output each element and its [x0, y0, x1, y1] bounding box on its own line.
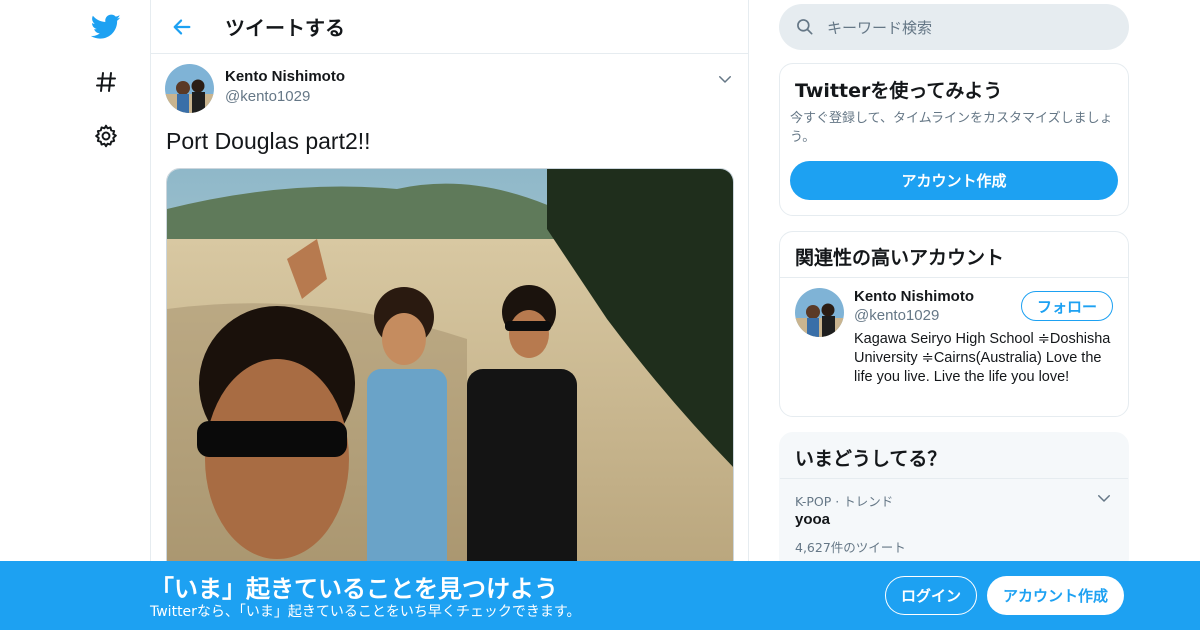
- author-handle[interactable]: @kento1029: [225, 88, 310, 105]
- search-placeholder: キーワード検索: [827, 18, 933, 37]
- twitter-bird-icon[interactable]: [87, 8, 125, 46]
- search-input[interactable]: キーワード検索: [779, 4, 1129, 50]
- banner-subtitle: Twitterなら、「いま」起きていることをいち早くチェックできます。: [150, 604, 581, 620]
- tweet-header: Kento Nishimoto @kento1029: [151, 54, 748, 120]
- trends-card: いまどうしてる？ K-POP · トレンド yooa 4,627件のツイート: [779, 432, 1129, 572]
- follow-button[interactable]: フォロー: [1021, 291, 1113, 321]
- signup-banner: 「いま」起きていることを見つけよう Twitterなら、「いま」起きていることを…: [0, 561, 1200, 630]
- related-account-bio: Kagawa Seiryo High School ≑Doshisha Univ…: [854, 331, 1111, 385]
- chevron-down-icon[interactable]: [716, 70, 734, 88]
- avatar[interactable]: [165, 64, 214, 113]
- signup-card-title: Twitterを使ってみよう: [795, 80, 1003, 102]
- page-header: ツイートする: [151, 0, 748, 54]
- login-button[interactable]: ログイン: [885, 576, 977, 615]
- chevron-down-icon[interactable]: [1095, 489, 1113, 507]
- trend-meta: K-POP · トレンド: [795, 494, 894, 509]
- banner-title: 「いま」起きていることを見つけよう: [150, 575, 558, 603]
- left-nav: [0, 0, 150, 630]
- divider: [780, 478, 1128, 479]
- back-arrow-icon[interactable]: [165, 10, 199, 44]
- main-column: ツイートする Kento Nishimoto @kento1029 Port D…: [150, 0, 749, 630]
- trend-name[interactable]: yooa: [795, 511, 830, 528]
- related-card-title: 関連性の高いアカウント: [795, 247, 1005, 269]
- tweet-photo[interactable]: [166, 168, 734, 598]
- page: ツイートする Kento Nishimoto @kento1029 Port D…: [0, 0, 1200, 630]
- trends-card-title: いまどうしてる？: [795, 448, 947, 470]
- search-icon: [795, 17, 815, 37]
- related-accounts-card: 関連性の高いアカウント Kento Nishimoto @kento1029 フ…: [779, 231, 1129, 417]
- banner-signup-button[interactable]: アカウント作成: [987, 576, 1124, 615]
- avatar[interactable]: [795, 288, 844, 337]
- hashtag-icon[interactable]: [87, 63, 125, 101]
- author-name[interactable]: Kento Nishimoto: [225, 68, 345, 85]
- page-title: ツイートする: [225, 16, 345, 40]
- signup-button[interactable]: アカウント作成: [790, 161, 1118, 200]
- signup-card-description: 今すぐ登録して、タイムラインをカスタマイズしましょう。: [790, 111, 1113, 145]
- related-account-handle: @kento1029: [854, 307, 940, 324]
- trend-count: 4,627件のツイート: [795, 540, 906, 555]
- divider: [780, 277, 1128, 278]
- related-account-name[interactable]: Kento Nishimoto: [854, 288, 974, 305]
- signup-card: Twitterを使ってみよう 今すぐ登録して、タイムラインをカスタマイズしましょ…: [779, 63, 1129, 216]
- gear-icon[interactable]: [87, 117, 125, 155]
- tweet-text: Port Douglas part2!!: [166, 128, 371, 154]
